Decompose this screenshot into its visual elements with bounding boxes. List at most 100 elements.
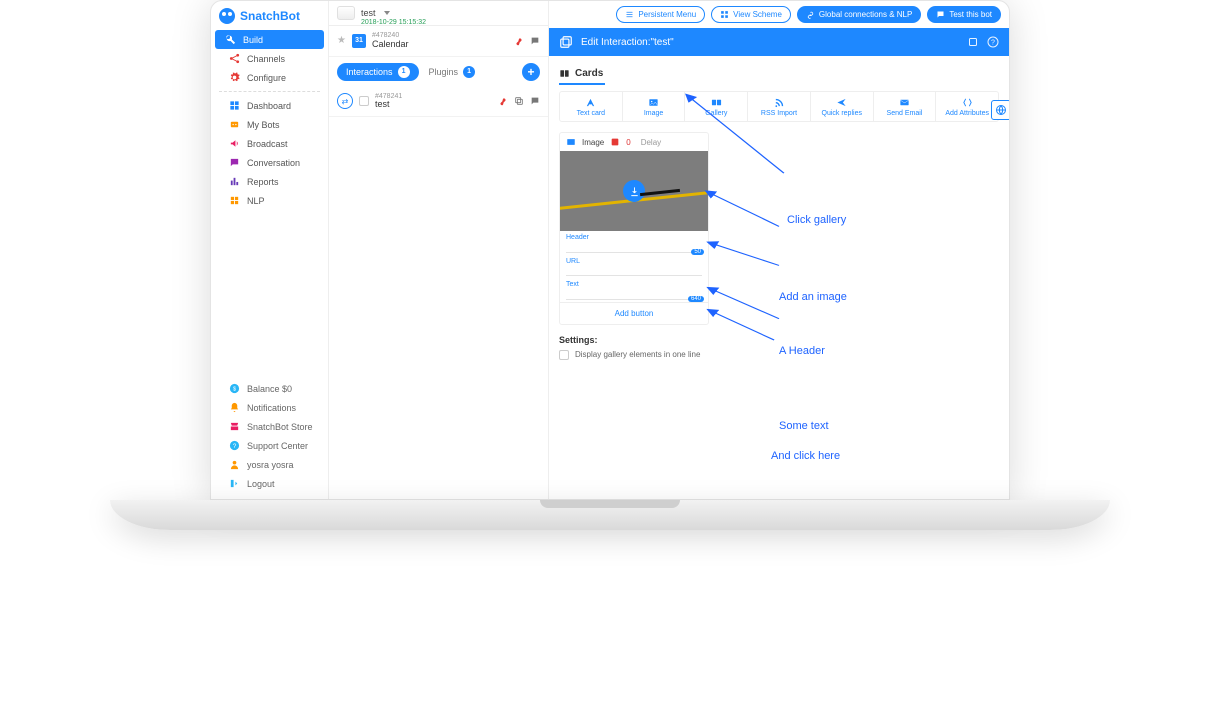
nav-channels[interactable]: Channels [211,49,328,68]
user-icon [229,459,240,470]
interaction-row-test[interactable]: ⇄ #478241 test [329,87,548,118]
card-type-rss[interactable]: RSS Import [748,92,811,121]
nav-conversation[interactable]: Conversation [211,153,328,172]
interaction-checkbox[interactable] [359,96,369,106]
image-upload-area[interactable] [560,151,708,231]
nav-logout[interactable]: Logout [211,474,328,493]
nav-dashboard-label: Dashboard [247,101,291,111]
annotation-click-here: And click here [771,450,840,462]
nav-user[interactable]: yosra yosra [211,455,328,474]
brand-logo: SnatchBot [211,1,328,30]
grid-icon [720,10,729,19]
nav-notifications-label: Notifications [247,403,296,413]
card-type-quick-replies[interactable]: Quick replies [811,92,874,121]
nav-configure[interactable]: Configure [211,68,328,87]
nav-store[interactable]: SnatchBot Store [211,417,328,436]
send-icon [836,97,847,108]
reorder-icon[interactable]: ⇄ [337,93,353,109]
interaction-name: test [375,100,402,110]
star-icon[interactable]: ★ [337,35,346,46]
editor-title: Edit Interaction:"test" [581,37,674,48]
global-nlp-button[interactable]: Global connections & NLP [797,6,921,23]
nav-store-label: SnatchBot Store [247,422,313,432]
upload-button[interactable] [623,180,645,202]
card-editor-tabs: Image 0 Delay [560,133,708,151]
bot-selector[interactable]: test 2018-10-29 15:15:32 [329,1,548,26]
card-tab-image[interactable]: Image [582,138,604,147]
persistent-menu-label: Persistent Menu [638,10,696,19]
settings-heading: Settings: [559,335,999,345]
nav-dashboard[interactable]: Dashboard [211,96,328,115]
card-type-picker: Text card Image Gallery RSS Import [559,91,999,122]
nav-build-label: Build [243,35,263,45]
url-field-block: URL [560,255,708,279]
nav-my-bots[interactable]: My Bots [211,115,328,134]
card-warn-count: 0 [626,138,630,147]
nav-configure-label: Configure [247,73,286,83]
nav-broadcast[interactable]: Broadcast [211,134,328,153]
bar-chart-icon [229,176,240,187]
chat-icon [936,10,945,19]
broadcast-icon [229,138,240,149]
bell-icon [229,402,240,413]
interaction-name: Calendar [372,40,409,50]
card-type-attributes[interactable]: Add Attributes [936,92,998,121]
copy-icon[interactable] [514,96,524,106]
gear-icon [229,72,240,83]
message-icon[interactable] [530,36,540,46]
text-input[interactable] [566,289,702,300]
nav-build[interactable]: Build [215,30,324,49]
nav-logout-label: Logout [247,479,275,489]
test-bot-button[interactable]: Test this bot [927,6,1001,23]
sidebar: SnatchBot Build Channels Configure [211,1,329,499]
cards-icon [559,68,570,79]
nav-balance[interactable]: $ Balance $0 [211,379,328,398]
link-icon[interactable] [514,36,524,46]
card-type-gallery[interactable]: Gallery [685,92,748,121]
tab-interactions[interactable]: Interactions 1 [337,63,419,81]
nav-balance-label: Balance $0 [247,384,292,394]
card-type-text-label: Text card [577,110,605,117]
interaction-row-calendar[interactable]: ★ 31 #478240 Calendar [329,26,548,57]
caret-down-icon [384,11,390,15]
annotation-some-text: Some text [779,420,829,432]
link-icon[interactable] [498,96,508,106]
cards-section-title: Cards [559,64,605,85]
card-type-attrs-label: Add Attributes [945,110,989,117]
interaction-list-panel: test 2018-10-29 15:15:32 ★ 31 #478240 Ca… [329,1,549,499]
menu-icon [625,10,634,19]
globe-button[interactable] [991,100,1010,120]
card-type-image[interactable]: Image [623,92,686,121]
card-type-text[interactable]: Text card [560,92,623,121]
grid-icon [229,100,240,111]
add-button[interactable]: Add button [560,302,708,324]
header-input[interactable] [566,242,702,253]
nav-notifications[interactable]: Notifications [211,398,328,417]
message-icon[interactable] [530,96,540,106]
view-scheme-button[interactable]: View Scheme [711,6,791,23]
url-input[interactable] [566,265,702,276]
nav-reports[interactable]: Reports [211,172,328,191]
add-interaction-button[interactable]: + [522,63,540,81]
duplicate-icon[interactable] [967,36,979,48]
settings-one-line-label: Display gallery elements in one line [575,350,700,359]
brand-name: SnatchBot [240,9,300,23]
image-icon [648,97,659,108]
url-field-label: URL [566,258,702,265]
nav-my-bots-label: My Bots [247,120,280,130]
tab-plugins[interactable]: Plugins 1 [429,66,476,78]
help-icon[interactable]: ? [987,36,999,48]
settings-checkbox[interactable] [559,350,569,360]
nav-nlp[interactable]: NLP [211,191,328,210]
card-tab-delay[interactable]: Delay [641,138,661,147]
text-field-block: Text 640 [560,278,708,302]
nav-support[interactable]: ? Support Center [211,436,328,455]
laptop-base [110,500,1110,530]
persistent-menu-button[interactable]: Persistent Menu [616,6,705,23]
card-type-quick-label: Quick replies [822,110,862,117]
attributes-icon [962,97,973,108]
editor-pane: Persistent Menu View Scheme Global conne… [549,1,1009,499]
help-icon: ? [229,440,240,451]
tab-interactions-count: 1 [398,66,410,78]
card-type-send-email[interactable]: Send Email [874,92,937,121]
